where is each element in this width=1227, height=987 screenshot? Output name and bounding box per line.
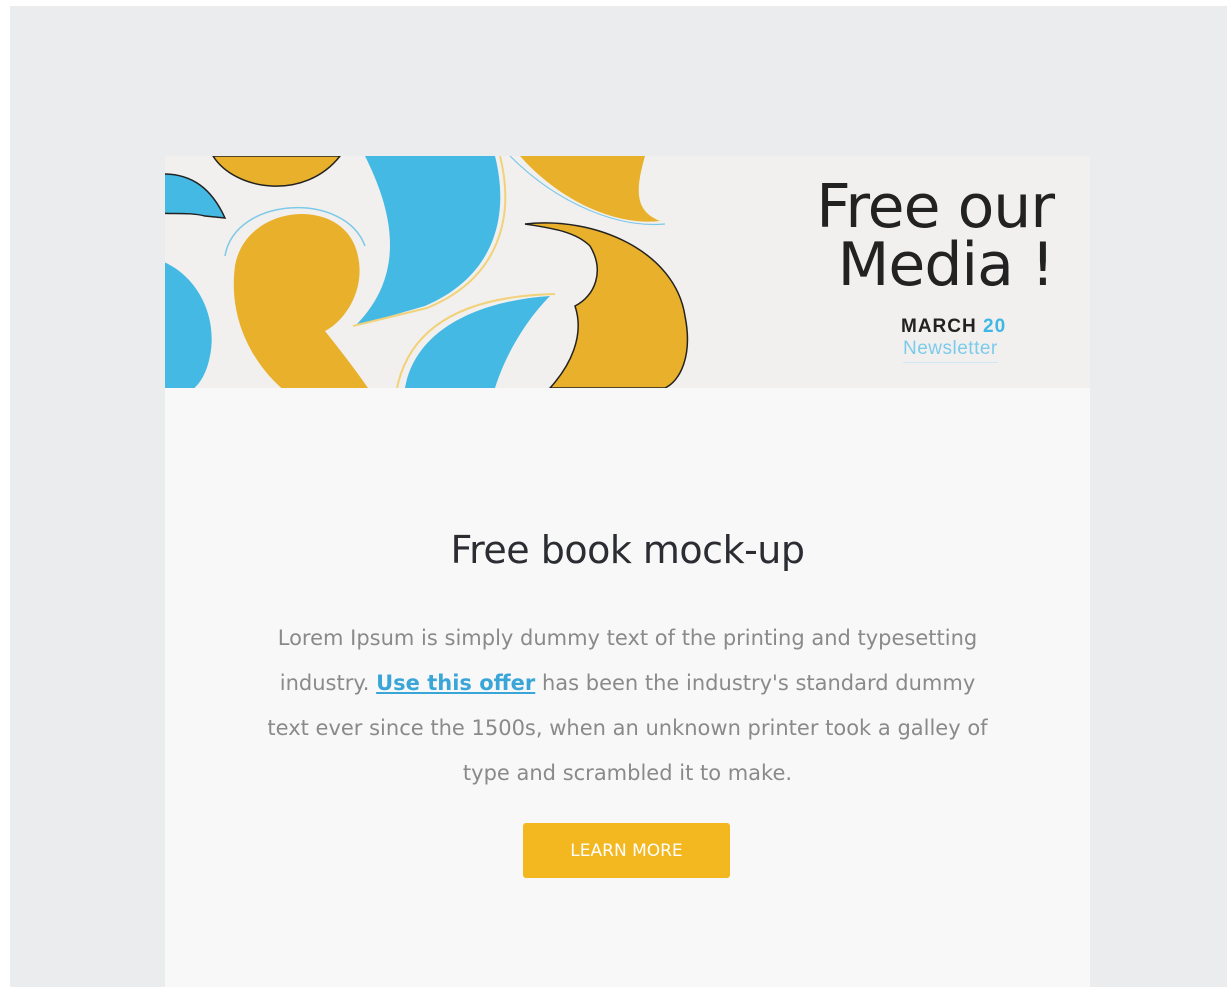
newsletter-card: Free our Media ! MARCH 20 Newsletter Fre… [165, 156, 1090, 987]
learn-more-button[interactable]: LEARN MORE [523, 823, 730, 878]
article-body: Lorem Ipsum is simply dummy text of the … [260, 616, 995, 796]
banner-date-month: MARCH [901, 316, 977, 337]
banner-title: Free our Media ! [816, 172, 1055, 300]
comma-pattern-illustration [165, 156, 689, 388]
banner-date: MARCH 20 [901, 316, 1006, 338]
offer-link[interactable]: Use this offer [376, 671, 535, 695]
banner-date-day: 20 [983, 316, 1007, 337]
header-banner: Free our Media ! MARCH 20 Newsletter [165, 156, 1090, 388]
article-heading: Free book mock-up [450, 528, 805, 572]
banner-title-line1: Free our [816, 172, 1055, 242]
banner-title-line2: Media ! [837, 230, 1055, 300]
banner-subtitle: Newsletter [903, 338, 998, 363]
